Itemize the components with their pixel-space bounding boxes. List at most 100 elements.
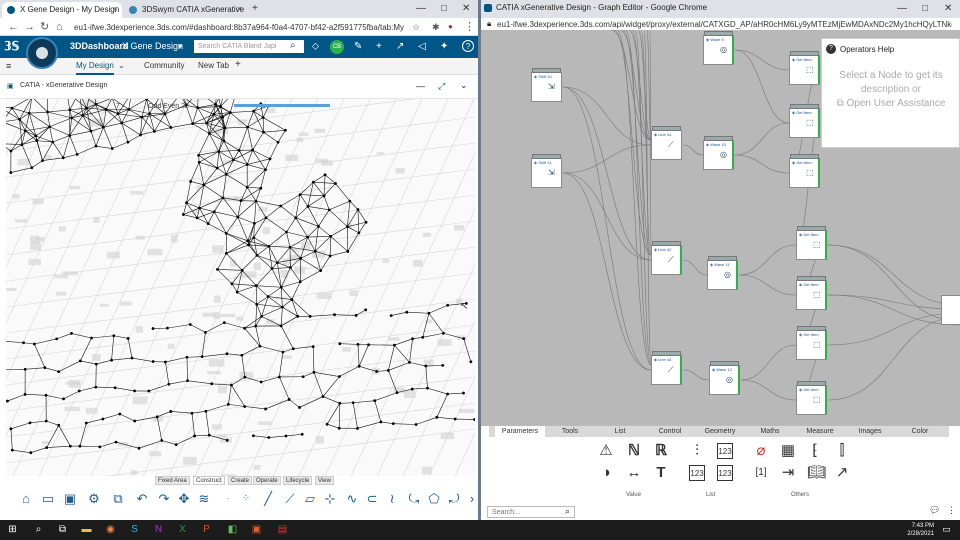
3d-mesh-canvas[interactable] [6, 99, 475, 487]
point-icon[interactable]: · [220, 490, 236, 508]
node-header[interactable] [790, 104, 819, 109]
graph-node[interactable]: ◈ Shift 10 ⇲ [531, 68, 562, 102]
powerpoint-icon[interactable]: P [200, 523, 213, 536]
sweep-icon[interactable]: ⤿ [406, 490, 422, 508]
avatar[interactable]: CB [330, 40, 344, 54]
forward-icon[interactable]: → [24, 19, 35, 35]
point-grid-icon[interactable]: ⁘ [238, 490, 254, 508]
feed-icon[interactable]: ≋ [196, 490, 212, 508]
profile-icon[interactable]: ● [448, 19, 453, 35]
node-header[interactable] [532, 68, 561, 73]
list-icon[interactable]: ⫶ [689, 443, 705, 459]
tab-measure[interactable]: Measure [795, 426, 845, 437]
tab-fixed-area[interactable]: Fixed Area [155, 476, 190, 485]
share-icon[interactable]: ↗ [396, 40, 404, 54]
tab-3dswym[interactable]: 3DSwym CATIA xGenerative Des × [124, 2, 246, 18]
vector-icon[interactable]: ↗ [834, 465, 850, 481]
graph-node[interactable]: ◈ Get Item ⬚ [789, 154, 820, 188]
add-icon[interactable]: + [376, 40, 382, 54]
reload-icon[interactable]: ↻ [40, 19, 49, 35]
help-icon[interactable]: ? [462, 40, 474, 52]
length-icon[interactable]: ↔ [626, 465, 642, 481]
onenote-icon[interactable]: N [152, 523, 165, 536]
tag-icon[interactable]: ⬦ [312, 40, 319, 54]
home-tool-icon[interactable]: ⌂ [18, 490, 34, 508]
sequence-icon[interactable]: 123 [717, 465, 733, 481]
close-tab-icon[interactable]: × [237, 2, 242, 17]
node-header[interactable] [710, 361, 739, 366]
compass-icon[interactable] [26, 37, 58, 69]
curve-icon[interactable]: ≀ [384, 490, 400, 508]
image-icon[interactable]: ▦ [780, 443, 796, 459]
node-output-port[interactable] [732, 36, 734, 64]
send-icon[interactable]: ◁ [418, 40, 426, 54]
node-output-port[interactable] [818, 159, 820, 187]
graph-editor-canvas[interactable]: ◈ Shift 10 ⇲ ◈ Shift 11 ⇲ ◈ Line 41 ⟋ ◈ Line 4… [481, 30, 960, 425]
node-header[interactable] [708, 256, 737, 261]
tab-my-design[interactable]: My Design [76, 61, 114, 75]
bracket-icon[interactable]: ⁅ [807, 443, 823, 459]
app-icon[interactable]: ▤ [276, 523, 289, 536]
menu-icon[interactable]: ≡ [6, 61, 11, 71]
node-output-port[interactable] [680, 356, 682, 384]
tab-geometry[interactable]: Geometry [695, 426, 745, 437]
axis-icon[interactable]: ⊹ [322, 490, 338, 508]
tab-new-tab[interactable]: New Tab [198, 61, 229, 70]
spline-icon[interactable]: ∿ [344, 490, 360, 508]
graph-search-input[interactable]: Search... [487, 506, 575, 518]
search-icon[interactable]: ⌕ [290, 39, 296, 53]
tools-icon[interactable]: ✦ [440, 40, 448, 54]
tab-x-gene-design[interactable]: X Gene Design - My Design × [2, 2, 122, 18]
node-header[interactable] [797, 381, 826, 386]
node-header[interactable] [532, 154, 561, 159]
camtasia-icon[interactable]: ◧ [226, 523, 239, 536]
boolean-icon[interactable]: ◑ [598, 465, 614, 481]
tab-color[interactable]: Color [895, 426, 945, 437]
more-icon[interactable]: ⋮ [947, 505, 956, 516]
node-header[interactable] [704, 31, 733, 36]
node-header[interactable] [704, 136, 733, 141]
tab-list[interactable]: List [595, 426, 645, 437]
range-icon[interactable]: 123 [689, 465, 705, 481]
3d-viewport[interactable]: 7 ▫ Odd Even 22 ↖ [6, 99, 475, 487]
polyline-icon[interactable]: ⟋ [282, 490, 298, 508]
graph-node[interactable]: ◈ Wave 9 ◎ [703, 31, 734, 65]
loft-icon[interactable]: ⤾ [446, 490, 462, 508]
tab-operate[interactable]: Operate [253, 476, 281, 485]
text-icon[interactable]: T [653, 465, 669, 481]
real-number-icon[interactable]: ℝ [653, 443, 669, 459]
chrome-icon[interactable]: ◉ [104, 523, 117, 536]
graph-node[interactable]: ◈ Get Item ⬚ [796, 326, 827, 360]
node-output-port[interactable] [818, 109, 820, 137]
node-output-port[interactable] [825, 231, 827, 259]
array-icon[interactable]: [1] [753, 465, 769, 481]
recorder-icon[interactable]: ▣ [250, 523, 263, 536]
arc-icon[interactable]: ⊂ [364, 490, 380, 508]
node-header[interactable] [790, 154, 819, 159]
save-icon[interactable]: ▣ [62, 490, 78, 508]
home-icon[interactable]: ⌂ [56, 19, 63, 35]
tab-maths[interactable]: Maths [745, 426, 795, 437]
graph-node[interactable]: ◈ Wave 11 ◎ [707, 256, 738, 290]
graph-node[interactable]: ◈ Line 43 ⟋ [651, 351, 682, 385]
graph-node[interactable]: ◈ Line 41 ⟋ [651, 126, 682, 160]
tab-lifecycle[interactable]: Lifecycle [283, 476, 313, 485]
tab-images[interactable]: Images [845, 426, 895, 437]
book-icon[interactable]: 📖︎ [807, 465, 826, 481]
tab-parameters[interactable]: Parameters [495, 426, 545, 437]
url-text[interactable]: eu1-ifwe.3dexperience.3ds.com/#dashboard… [74, 21, 404, 34]
node-output-port[interactable] [680, 246, 682, 274]
chevron-down-icon[interactable]: ⌄ [460, 80, 468, 91]
excel-icon[interactable]: X [176, 523, 189, 536]
dashboard-name[interactable]: X Gene Design [122, 41, 183, 51]
graph-node[interactable]: ◈ Get Item ⬚ [796, 381, 827, 415]
windows-start-icon[interactable]: ⊞ [6, 523, 19, 536]
more-tools-icon[interactable]: › [464, 490, 478, 508]
export-icon[interactable]: ⧉ [110, 490, 126, 508]
expand-icon[interactable]: ⤢ [438, 81, 445, 92]
tab-create[interactable]: Create [228, 476, 253, 485]
dashboard-search-input[interactable]: Search CATIA Bland Japi [194, 40, 304, 53]
node-output-port[interactable] [738, 366, 740, 394]
close-tab-icon[interactable]: × [113, 2, 118, 17]
file-explorer-icon[interactable]: ▬ [80, 523, 93, 536]
